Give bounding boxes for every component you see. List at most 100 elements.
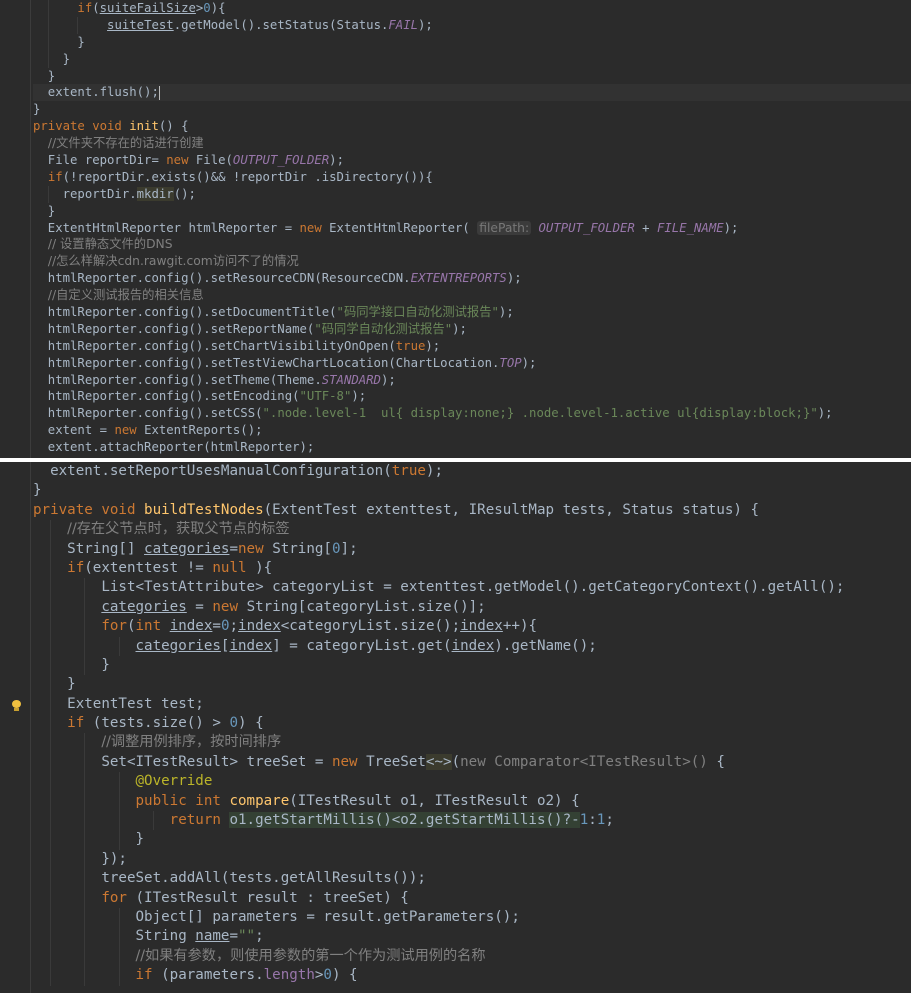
code-line[interactable]: public int compare(ITestResult o1, ITest… [33, 791, 911, 812]
code-line[interactable]: //存在父节点时，获取父节点的标签 [33, 520, 911, 540]
code-token: ); [817, 406, 833, 421]
code-line[interactable]: extent = new ExtentReports(); [33, 422, 911, 439]
code-line[interactable]: extent.attachReporter(htmlReporter); [33, 439, 911, 456]
code-token: (parameters. [161, 967, 264, 984]
code-token: index [169, 618, 213, 635]
code-token: //自定义测试报告的相关信息 [47, 288, 204, 303]
code-line[interactable]: //调整用例排序，按时间排序 [33, 733, 911, 753]
lightbulb-icon[interactable] [12, 700, 21, 711]
code-line[interactable]: ExtentHtmlReporter htmlReporter = new Ex… [33, 220, 911, 237]
code-token: ); [425, 463, 444, 479]
code-line[interactable]: } [33, 830, 911, 850]
code-line[interactable]: if(!reportDir.exists()&& !reportDir .isD… [33, 169, 911, 186]
code-area[interactable]: if(suiteFailSize>0){ suiteTest.getModel(… [33, 0, 911, 456]
editor-gutter[interactable] [0, 0, 31, 458]
code-token: ".node.level-1 ul{ display:none;} .node.… [262, 406, 818, 421]
code-token: //调整用例排序，按时间排序 [101, 734, 282, 751]
code-line[interactable]: ExtentTest test; [33, 694, 911, 715]
code-token: TreeSet [366, 753, 426, 770]
code-token: new [299, 220, 330, 235]
code-area[interactable]: extent.setReportUsesManualConfiguration(… [33, 462, 911, 986]
code-line[interactable]: htmlReporter.config().setEncoding("UTF-8… [33, 388, 911, 405]
code-token: = [186, 598, 213, 615]
code-editor-pane-top[interactable]: if(suiteFailSize>0){ suiteTest.getModel(… [0, 0, 911, 458]
code-token: //怎么样解决cdn.rawgit.com访问不了的情况 [47, 254, 299, 269]
code-token: ExtentHtmlReporter htmlReporter = [33, 220, 300, 235]
code-line[interactable]: for(int index=0;index<categoryList.size(… [33, 617, 911, 637]
code-line[interactable]: categories[index] = categoryList.get(ind… [33, 636, 911, 656]
code-line[interactable]: htmlReporter.config().setTestViewChartLo… [33, 355, 911, 372]
code-token: 0 [220, 618, 230, 635]
code-token: for [101, 618, 127, 635]
code-line[interactable]: if(extenttest != null ){ [33, 558, 911, 579]
code-token: } [33, 102, 41, 117]
code-token: } [33, 482, 42, 499]
code-token: } [33, 68, 56, 83]
code-line[interactable]: } [33, 50, 911, 68]
editor-gutter[interactable] [0, 462, 31, 993]
code-token: new [166, 153, 196, 168]
code-line[interactable]: extent.flush(); [33, 84, 911, 102]
code-line[interactable]: } [33, 33, 911, 51]
code-line[interactable]: } [33, 675, 911, 695]
code-line[interactable]: Object[] parameters = result.getParamete… [33, 907, 911, 928]
code-line[interactable]: htmlReporter.config().setDocumentTitle("… [33, 304, 911, 321]
code-line[interactable]: } [33, 101, 911, 118]
code-token: "" [238, 928, 256, 945]
code-line[interactable]: for (ITestResult result : treeSet) { [33, 888, 911, 908]
code-line[interactable]: String name=""; [33, 927, 911, 947]
code-line[interactable]: private void buildTestNodes(ExtentTest e… [33, 501, 911, 520]
code-line[interactable]: private void init() { [33, 118, 911, 135]
code-line[interactable]: if(suiteFailSize>0){ [33, 0, 911, 17]
code-line[interactable]: htmlReporter.config().setReportName("码同学… [33, 321, 911, 338]
code-line[interactable]: if (parameters.length>0) { [33, 966, 911, 986]
code-line[interactable]: } [33, 68, 911, 85]
code-token: categories [144, 540, 230, 557]
code-line[interactable]: // 设置静态文件的DNS [33, 236, 911, 253]
code-token: OUTPUT_FOLDER [538, 220, 635, 235]
code-line[interactable]: } [33, 655, 911, 676]
code-line[interactable]: htmlReporter.config().setTheme(Theme.STA… [33, 372, 911, 389]
code-token: htmlReporter.config().setChartVisibility… [33, 338, 396, 353]
code-token: FAIL [388, 17, 419, 32]
code-line[interactable]: suiteTest.getModel().setStatus(Status.FA… [33, 16, 911, 34]
code-line[interactable]: //如果有参数，则使用参数的第一个作为测试用例的名称 [33, 946, 911, 967]
code-line[interactable]: reportDir.mkdir(); [33, 185, 911, 203]
code-line[interactable]: extent.setReportUsesManualConfiguration(… [33, 462, 911, 481]
code-line[interactable]: List<TestAttribute> categoryList = exten… [33, 578, 911, 598]
code-token: o1.getStartMillis()<o2.getStartMillis()?… [229, 812, 580, 829]
code-line[interactable]: htmlReporter.config().setCSS(".node.leve… [33, 405, 911, 422]
code-line[interactable]: return o1.getStartMillis()<o2.getStartMi… [33, 811, 911, 831]
code-token: (tests.size() > [92, 715, 230, 732]
code-line[interactable]: }); [33, 849, 911, 870]
code-line[interactable]: //文件夹不存在的话进行创建 [33, 135, 911, 152]
code-token: null [212, 559, 256, 576]
code-line[interactable]: Set<ITestResult> treeSet = new TreeSet<~… [33, 752, 911, 773]
code-token: ++){ [502, 618, 538, 635]
code-token: private void [33, 119, 130, 134]
code-line[interactable]: } [33, 203, 911, 220]
code-line[interactable]: @Override [33, 772, 911, 792]
code-line[interactable]: File reportDir= new File(OUTPUT_FOLDER); [33, 152, 911, 169]
code-token: new [331, 753, 367, 770]
code-line[interactable]: htmlReporter.config().setResourceCDN(Res… [33, 270, 911, 287]
code-token: (ExtentTest extenttest, IResultMap tests… [263, 501, 760, 518]
code-editor-pane-bottom[interactable]: extent.setReportUsesManualConfiguration(… [0, 462, 911, 993]
code-token: ; [229, 618, 239, 635]
code-line[interactable]: //怎么样解决cdn.rawgit.com访问不了的情况 [33, 253, 911, 270]
code-line[interactable]: htmlReporter.config().setChartVisibility… [33, 338, 911, 355]
code-token: suiteTest [107, 17, 174, 32]
code-token: } [33, 676, 76, 693]
code-token: extent.flush(); [33, 85, 159, 100]
code-line[interactable]: } [33, 481, 911, 500]
code-line[interactable]: treeSet.addAll(tests.getAllResults()); [33, 869, 911, 889]
code-line[interactable]: //自定义测试报告的相关信息 [33, 287, 911, 304]
code-line[interactable]: categories = new String[categoryList.siz… [33, 597, 911, 618]
code-line[interactable]: String[] categories=new String[0]; [33, 539, 911, 559]
code-line[interactable]: if (tests.size() > 0) { [33, 714, 911, 734]
